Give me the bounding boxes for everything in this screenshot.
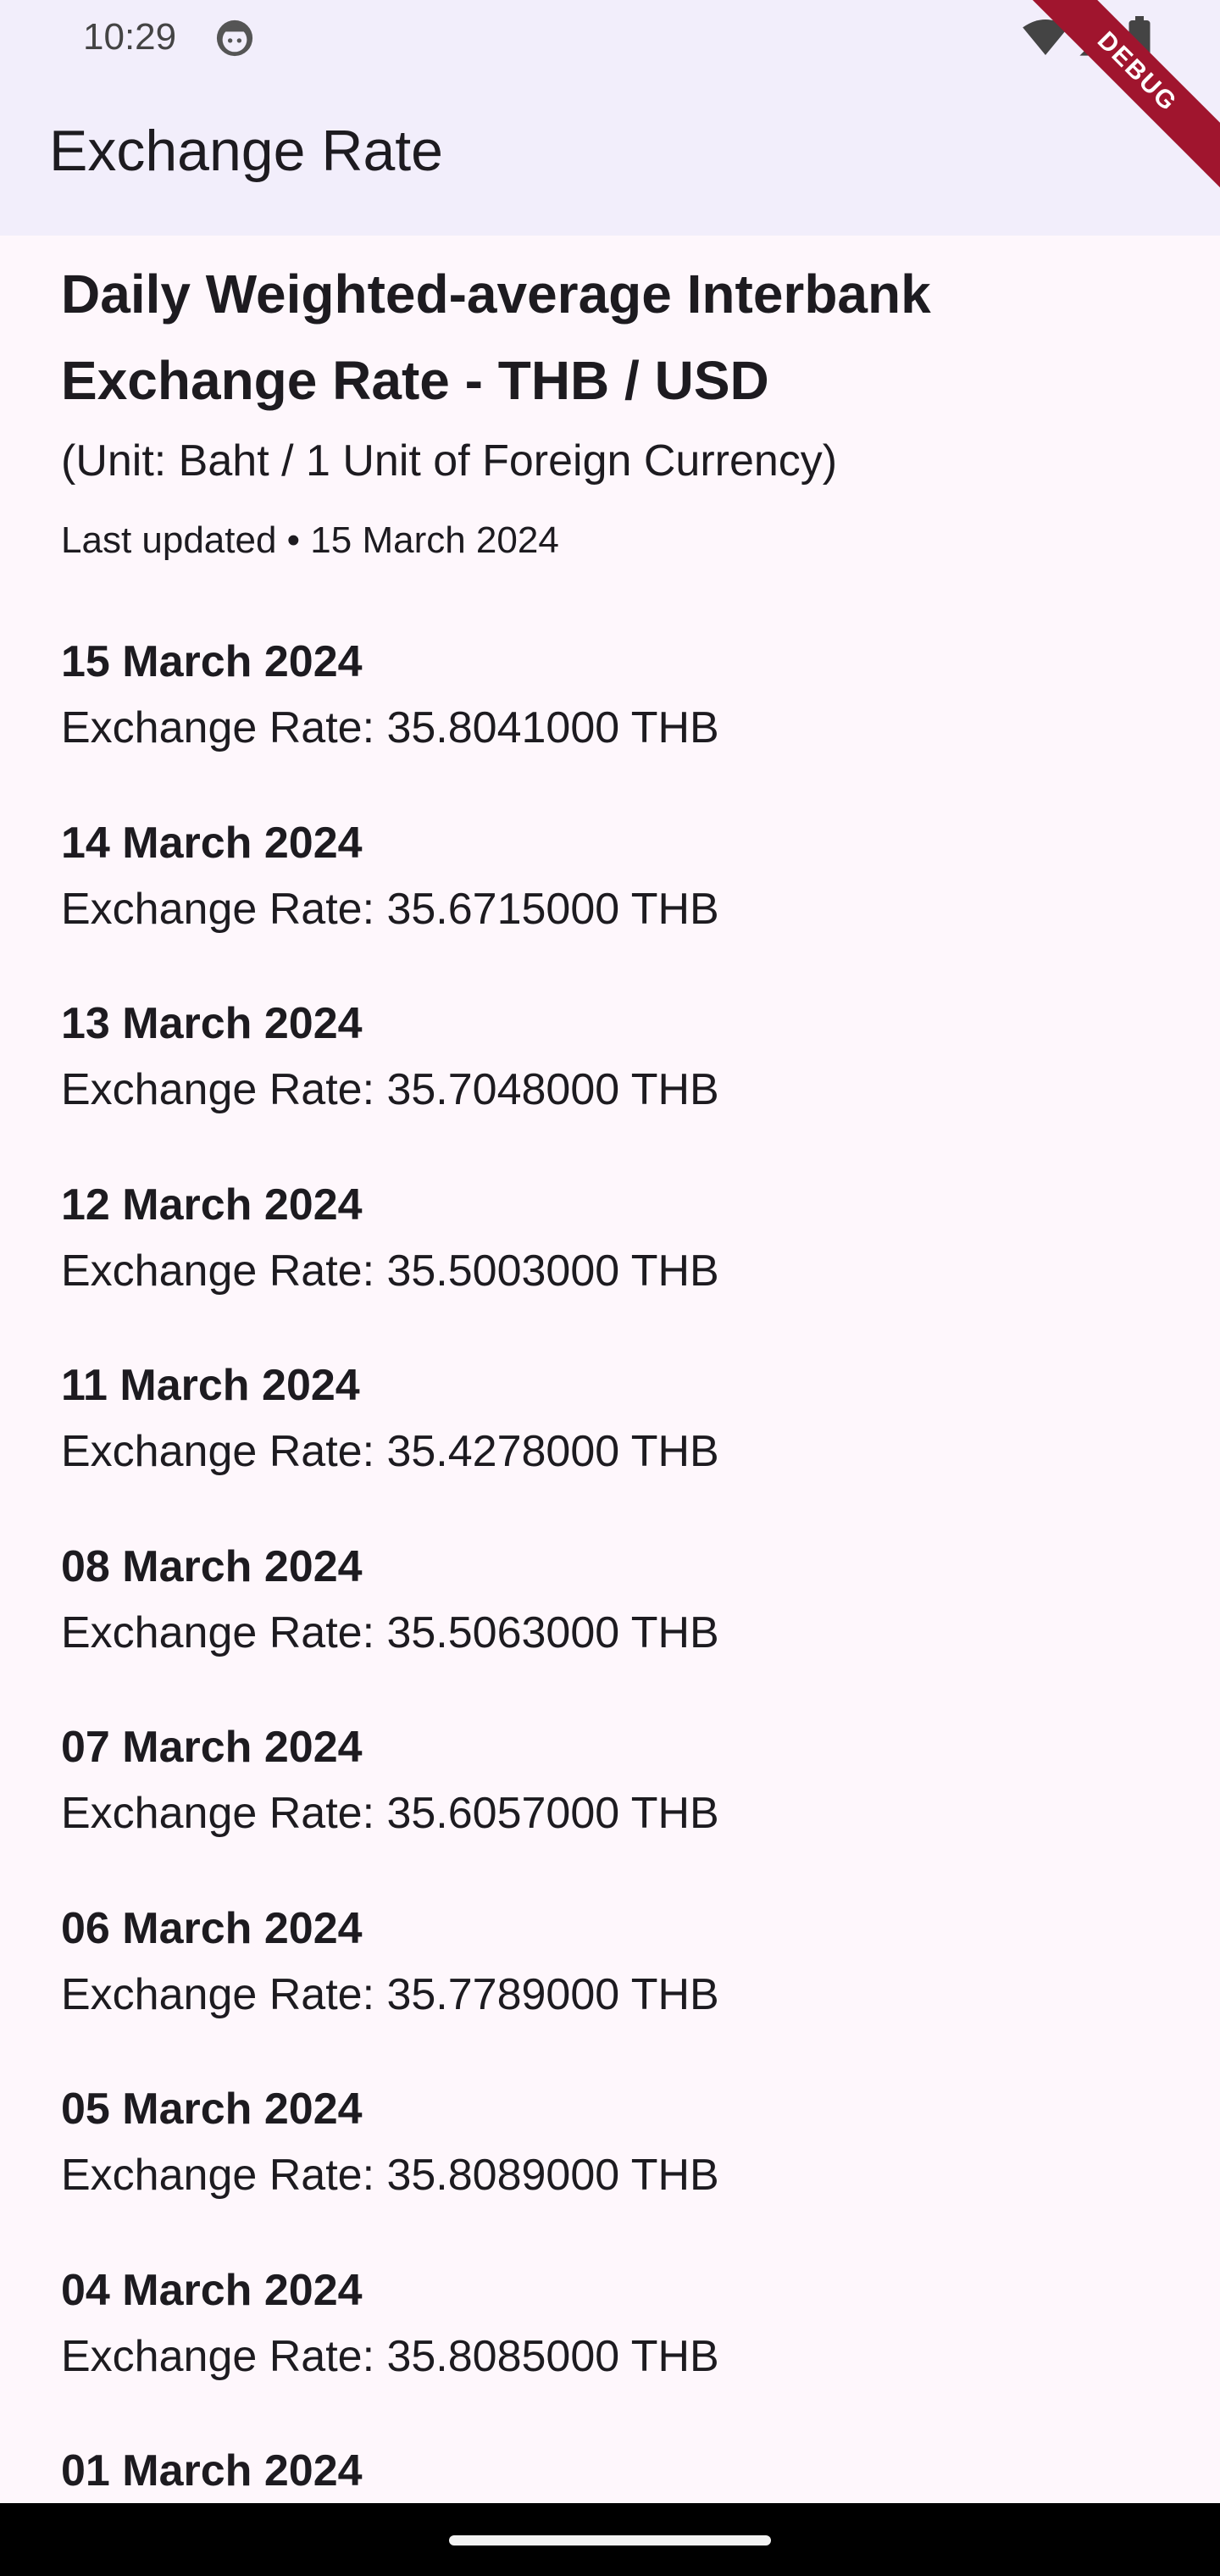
android-face-icon xyxy=(216,19,253,57)
list-item[interactable]: 06 March 2024 Exchange Rate: 35.7789000 … xyxy=(61,1901,1162,2082)
rate-date: 04 March 2024 xyxy=(61,2265,363,2315)
page-heading: Daily Weighted-average Interbank Exchang… xyxy=(61,264,931,411)
rate-date: 12 March 2024 xyxy=(61,1180,363,1230)
list-item[interactable]: 01 March 2024 xyxy=(61,2443,1162,2503)
app-title: Exchange Rate xyxy=(49,119,443,183)
rate-value: Exchange Rate: 35.5003000 THB xyxy=(61,1246,719,1296)
rate-date: 06 March 2024 xyxy=(61,1903,363,1953)
status-bar: 10:29 xyxy=(0,0,1220,75)
rate-date: 15 March 2024 xyxy=(61,637,363,686)
rate-value: Exchange Rate: 35.4278000 THB xyxy=(61,1427,719,1476)
rate-date: 11 March 2024 xyxy=(61,1361,360,1410)
list-item[interactable]: 12 March 2024 Exchange Rate: 35.5003000 … xyxy=(61,1177,1162,1358)
rate-date: 13 March 2024 xyxy=(61,999,363,1048)
status-time: 10:29 xyxy=(83,16,177,58)
list-item[interactable]: 07 March 2024 Exchange Rate: 35.6057000 … xyxy=(61,1719,1162,1901)
list-item[interactable]: 13 March 2024 Exchange Rate: 35.7048000 … xyxy=(61,996,1162,1177)
last-updated-text: Last updated • 15 March 2024 xyxy=(61,519,559,561)
unit-description: (Unit: Baht / 1 Unit of Foreign Currency… xyxy=(61,436,838,486)
app-bar: Exchange Rate xyxy=(0,75,1220,236)
rate-content[interactable]: Daily Weighted-average Interbank Exchang… xyxy=(0,236,1220,2503)
list-item[interactable]: 14 March 2024 Exchange Rate: 35.6715000 … xyxy=(61,815,1162,997)
rate-date: 05 March 2024 xyxy=(61,2085,363,2134)
system-navigation-bar xyxy=(0,2503,1220,2576)
rate-value: Exchange Rate: 35.7789000 THB xyxy=(61,1969,719,2019)
list-item[interactable]: 11 March 2024 Exchange Rate: 35.4278000 … xyxy=(61,1357,1162,1539)
rate-value: Exchange Rate: 35.5063000 THB xyxy=(61,1607,719,1657)
rate-date: 14 March 2024 xyxy=(61,818,363,868)
rate-value: Exchange Rate: 35.7048000 THB xyxy=(61,1065,719,1114)
rate-date: 07 March 2024 xyxy=(61,1723,363,1772)
top-bar-area: 10:29 Exchange Rate xyxy=(0,0,1220,236)
rate-date: 08 March 2024 xyxy=(61,1541,363,1591)
list-item[interactable]: 15 March 2024 Exchange Rate: 35.8041000 … xyxy=(61,634,1162,815)
rate-date: 01 March 2024 xyxy=(61,2446,363,2496)
rate-list: 15 March 2024 Exchange Rate: 35.8041000 … xyxy=(61,634,1162,2503)
rate-value: Exchange Rate: 35.8041000 THB xyxy=(61,703,719,752)
rate-value: Exchange Rate: 35.8089000 THB xyxy=(61,2151,719,2200)
rate-value: Exchange Rate: 35.6057000 THB xyxy=(61,1789,719,1838)
rate-value: Exchange Rate: 35.8085000 THB xyxy=(61,2331,719,2381)
list-item[interactable]: 05 March 2024 Exchange Rate: 35.8089000 … xyxy=(61,2081,1162,2262)
list-item[interactable]: 04 March 2024 Exchange Rate: 35.8085000 … xyxy=(61,2262,1162,2444)
rate-value: Exchange Rate: 35.6715000 THB xyxy=(61,884,719,934)
home-gesture-handle[interactable] xyxy=(449,2535,771,2545)
list-item[interactable]: 08 March 2024 Exchange Rate: 35.5063000 … xyxy=(61,1539,1162,1720)
